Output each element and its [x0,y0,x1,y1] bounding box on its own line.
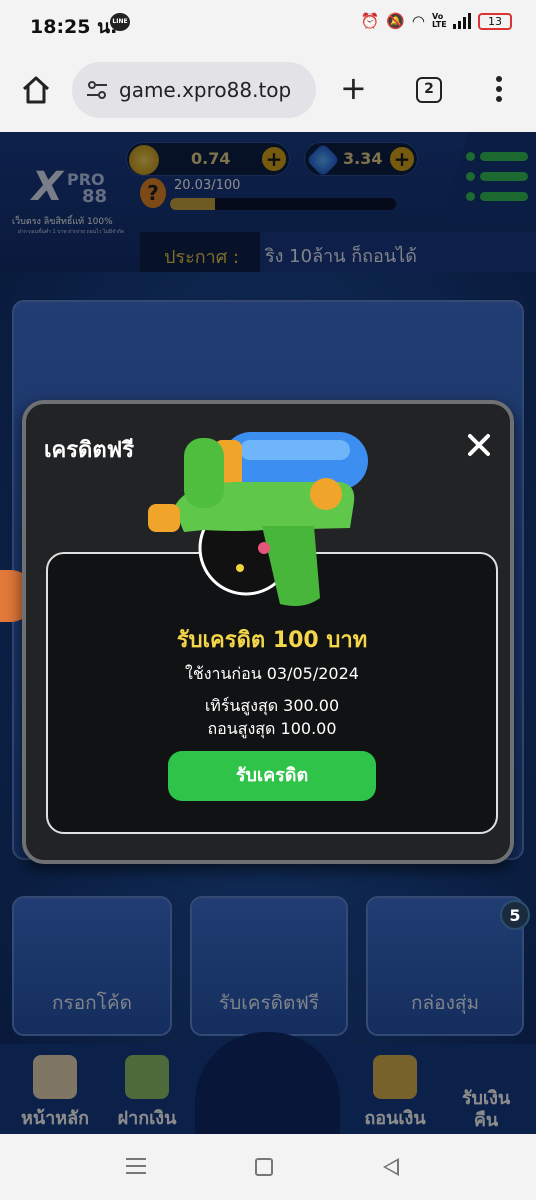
max-turnover: เทิร์นสูงสุด 300.00 [204,696,340,715]
mute-icon: 🔕 [386,12,405,30]
status-bar: 18:25 น. LINE ⏰ 🔕 ◠ Vo LTE 13 [0,0,536,48]
wifi-icon: ◠ [411,12,425,30]
new-tab-button[interactable]: + [340,72,367,104]
android-home-button[interactable] [255,1158,273,1176]
url-bar[interactable]: game.xpro88.top [72,62,316,118]
line-app-icon: LINE [110,13,130,31]
browser-toolbar: game.xpro88.top + 2 [0,48,536,132]
recent-apps-button[interactable] [126,1158,146,1179]
more-menu-button[interactable] [494,76,504,106]
status-icons: ⏰ 🔕 ◠ Vo LTE 13 [361,12,512,30]
credit-headline: รับเครดิต 100 บาท [176,628,368,653]
max-withdraw: ถอนสูงสุด 100.00 [207,719,337,738]
android-back-button[interactable] [383,1158,399,1176]
modal-title: เครดิตฟรี [44,438,135,463]
close-icon[interactable] [464,430,494,460]
signal-icon [453,13,471,29]
volte-icon: Vo LTE [432,12,447,29]
tune-icon[interactable] [86,80,108,100]
status-time: 18:25 น. [30,16,118,38]
game-screen: X PRO 88 เว็บตรง ลิขสิทธิ์แท้ 100% ฝาก-ถ… [0,132,536,1134]
credit-expiry: ใช้งานก่อน 03/05/2024 [185,664,359,683]
free-credit-modal: เครดิตฟรี รับเครดิต 100 บาท ใช้งานก่อน 0… [22,400,514,864]
claim-credit-button[interactable]: รับเครดิต [168,751,376,801]
android-nav-bar [0,1134,536,1200]
url-text[interactable]: game.xpro88.top [119,78,291,102]
tab-count-button[interactable]: 2 [416,77,442,103]
home-icon[interactable] [20,74,52,106]
battery-icon: 13 [478,12,512,30]
alarm-icon: ⏰ [360,12,380,30]
notification-badge[interactable]: 5 [500,900,530,930]
water-gun-icon [148,432,368,606]
